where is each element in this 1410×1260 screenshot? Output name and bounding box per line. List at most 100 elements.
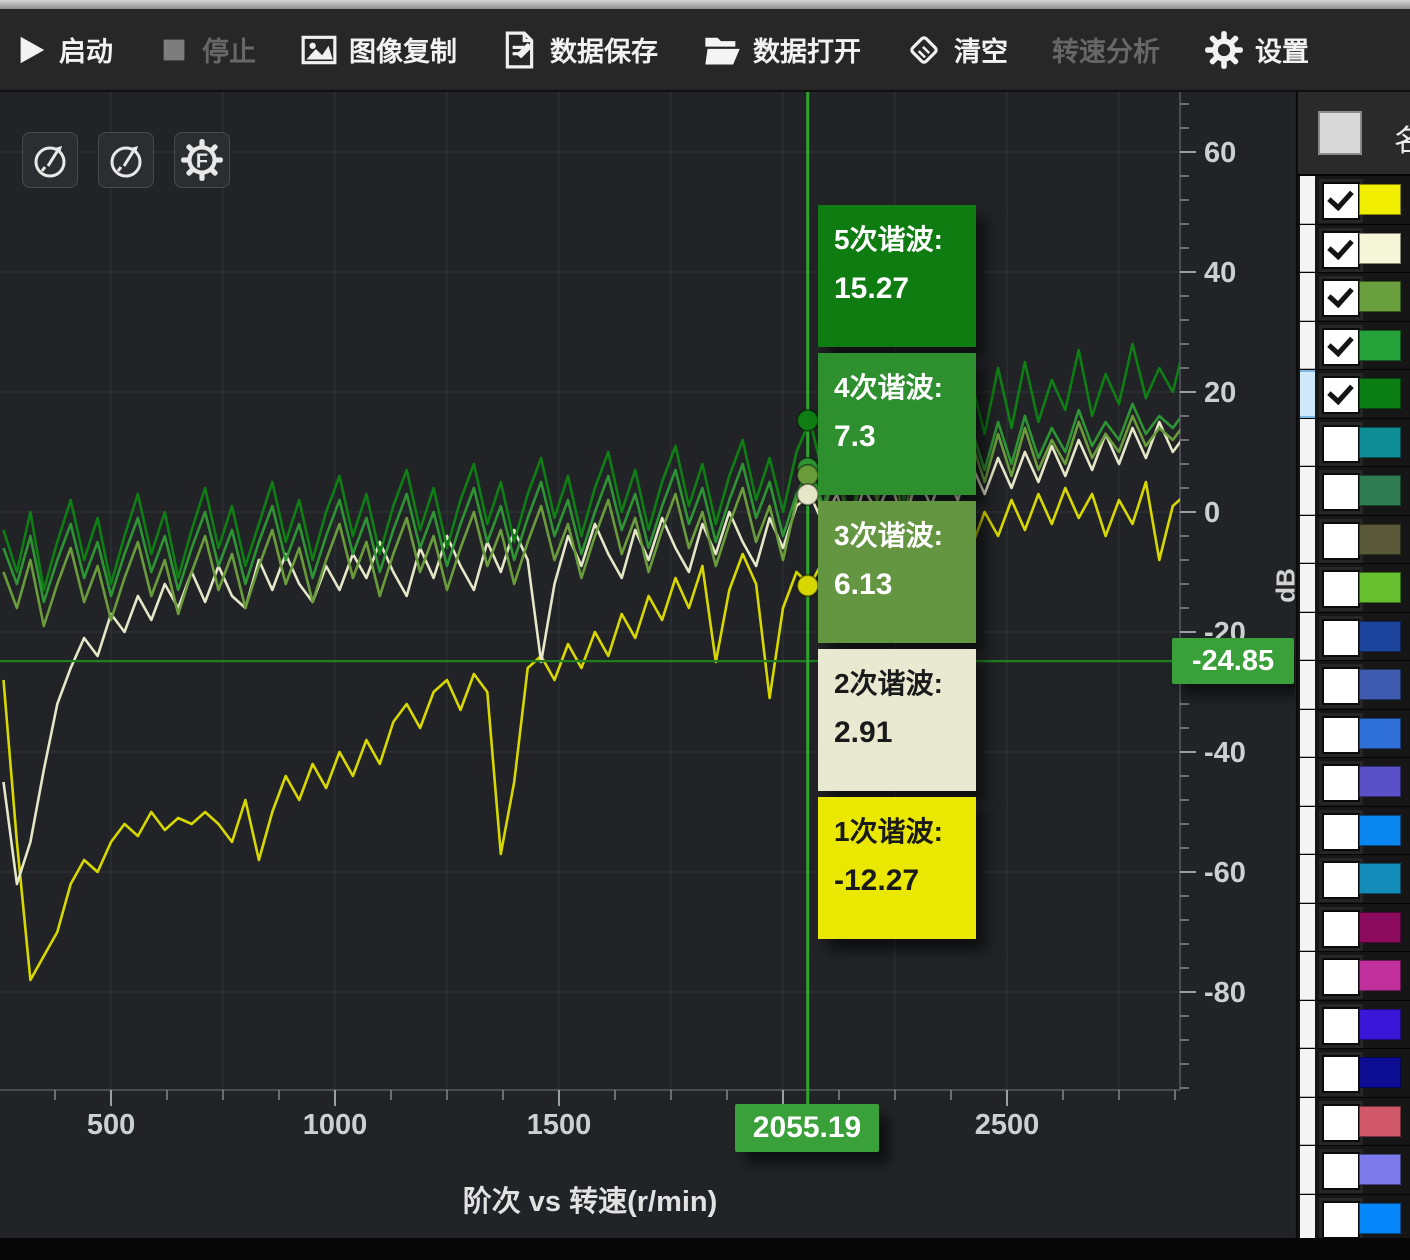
data-save-button[interactable]: 数据保存	[501, 30, 658, 69]
series-color-swatch[interactable]	[1359, 475, 1401, 506]
legend-row[interactable]	[1298, 1146, 1410, 1195]
series-visible-checkbox[interactable]	[1322, 570, 1360, 608]
row-index-cell[interactable]	[1300, 758, 1315, 806]
series-color-swatch[interactable]	[1359, 1154, 1401, 1185]
legend-row[interactable]	[1298, 1195, 1410, 1239]
row-index-cell[interactable]	[1300, 1195, 1315, 1239]
series-visible-checkbox[interactable]	[1322, 279, 1360, 317]
row-index-cell[interactable]	[1300, 952, 1315, 1000]
series-visible-checkbox[interactable]	[1322, 1104, 1360, 1142]
row-index-cell[interactable]	[1300, 467, 1315, 515]
row-index-cell[interactable]	[1300, 807, 1315, 855]
series-visible-checkbox[interactable]	[1322, 861, 1360, 899]
legend-row[interactable]	[1298, 758, 1410, 807]
series-color-swatch[interactable]	[1359, 330, 1401, 361]
row-index-cell[interactable]	[1300, 904, 1315, 952]
start-button[interactable]: 启动	[14, 30, 113, 69]
cursor-tool-2-button[interactable]	[98, 132, 154, 188]
legend-row[interactable]	[1298, 1001, 1410, 1050]
series-visible-checkbox[interactable]	[1322, 667, 1360, 705]
series-visible-checkbox[interactable]	[1322, 1055, 1360, 1093]
row-index-cell[interactable]	[1300, 273, 1315, 321]
row-index-cell[interactable]	[1300, 322, 1315, 370]
row-index-cell[interactable]	[1300, 1098, 1315, 1146]
series-color-swatch[interactable]	[1359, 621, 1401, 652]
series-visible-checkbox[interactable]	[1322, 328, 1360, 366]
series-visible-checkbox[interactable]	[1322, 813, 1360, 851]
series-color-swatch[interactable]	[1359, 281, 1401, 312]
legend-row[interactable]	[1298, 855, 1410, 904]
series-visible-checkbox[interactable]	[1322, 376, 1360, 414]
row-index-cell[interactable]	[1300, 564, 1315, 612]
row-index-cell[interactable]	[1300, 710, 1315, 758]
series-color-swatch[interactable]	[1359, 427, 1401, 458]
series-visible-checkbox[interactable]	[1322, 425, 1360, 463]
series-color-swatch[interactable]	[1359, 524, 1401, 555]
series-color-swatch[interactable]	[1359, 1106, 1401, 1137]
legend-row[interactable]	[1298, 467, 1410, 516]
series-visible-checkbox[interactable]	[1322, 473, 1360, 511]
image-copy-button[interactable]: 图像复制	[300, 30, 457, 69]
series-visible-checkbox[interactable]	[1322, 910, 1360, 948]
series-color-swatch[interactable]	[1359, 184, 1401, 215]
series-visible-checkbox[interactable]	[1322, 764, 1360, 802]
legend-row[interactable]	[1298, 807, 1410, 856]
row-index-cell[interactable]	[1300, 1146, 1315, 1194]
series-color-swatch[interactable]	[1359, 912, 1401, 943]
row-index-cell[interactable]	[1300, 661, 1315, 709]
legend-row[interactable]	[1298, 176, 1410, 225]
fft-settings-button[interactable]: F	[174, 132, 230, 188]
series-color-swatch[interactable]	[1359, 1057, 1401, 1088]
series-visible-checkbox[interactable]	[1322, 619, 1360, 657]
order-vs-speed-plot[interactable]: 50010001500200025006040200-20-40-60-80	[0, 92, 1295, 1238]
row-index-cell[interactable]	[1300, 370, 1315, 418]
series-color-swatch[interactable]	[1359, 863, 1401, 894]
series-visible-checkbox[interactable]	[1322, 522, 1360, 560]
row-index-cell[interactable]	[1300, 419, 1315, 467]
select-all-checkbox[interactable]	[1318, 111, 1362, 155]
series-color-swatch[interactable]	[1359, 378, 1401, 409]
legend-row[interactable]	[1298, 1098, 1410, 1147]
series-color-swatch[interactable]	[1359, 766, 1401, 797]
legend-row[interactable]	[1298, 370, 1410, 419]
legend-row[interactable]	[1298, 322, 1410, 371]
cursor-tool-1-button[interactable]	[22, 132, 78, 188]
row-index-cell[interactable]	[1300, 516, 1315, 564]
legend-row[interactable]	[1298, 952, 1410, 1001]
legend-row[interactable]	[1298, 564, 1410, 613]
series-visible-checkbox[interactable]	[1322, 1152, 1360, 1190]
series-color-swatch[interactable]	[1359, 1009, 1401, 1040]
data-open-button[interactable]: 数据打开	[702, 30, 861, 70]
series-color-swatch[interactable]	[1359, 669, 1401, 700]
legend-row[interactable]	[1298, 904, 1410, 953]
series-visible-checkbox[interactable]	[1322, 958, 1360, 996]
series-color-swatch[interactable]	[1359, 233, 1401, 264]
row-index-cell[interactable]	[1300, 613, 1315, 661]
series-visible-checkbox[interactable]	[1322, 1007, 1360, 1045]
legend-row[interactable]	[1298, 419, 1410, 468]
settings-button[interactable]: 设置	[1204, 30, 1309, 70]
series-color-swatch[interactable]	[1359, 572, 1401, 603]
series-color-swatch[interactable]	[1359, 718, 1401, 749]
series-visible-checkbox[interactable]	[1322, 1201, 1360, 1239]
legend-row[interactable]	[1298, 710, 1410, 759]
series-visible-checkbox[interactable]	[1322, 182, 1360, 220]
row-index-cell[interactable]	[1300, 225, 1315, 273]
clear-button[interactable]: 清空	[905, 30, 1008, 69]
legend-row[interactable]	[1298, 661, 1410, 710]
row-index-cell[interactable]	[1300, 1001, 1315, 1049]
series-color-swatch[interactable]	[1359, 815, 1401, 846]
series-visible-checkbox[interactable]	[1322, 716, 1360, 754]
chart-area[interactable]: 50010001500200025006040200-20-40-60-80 F…	[0, 92, 1295, 1238]
series-color-swatch[interactable]	[1359, 960, 1401, 991]
legend-row[interactable]	[1298, 273, 1410, 322]
legend-row[interactable]	[1298, 225, 1410, 274]
row-index-cell[interactable]	[1300, 176, 1315, 224]
series-visible-checkbox[interactable]	[1322, 231, 1360, 269]
legend-row[interactable]	[1298, 1049, 1410, 1098]
series-color-swatch[interactable]	[1359, 1203, 1401, 1234]
row-index-cell[interactable]	[1300, 1049, 1315, 1097]
row-index-cell[interactable]	[1300, 855, 1315, 903]
legend-row[interactable]	[1298, 613, 1410, 662]
legend-row[interactable]	[1298, 516, 1410, 565]
